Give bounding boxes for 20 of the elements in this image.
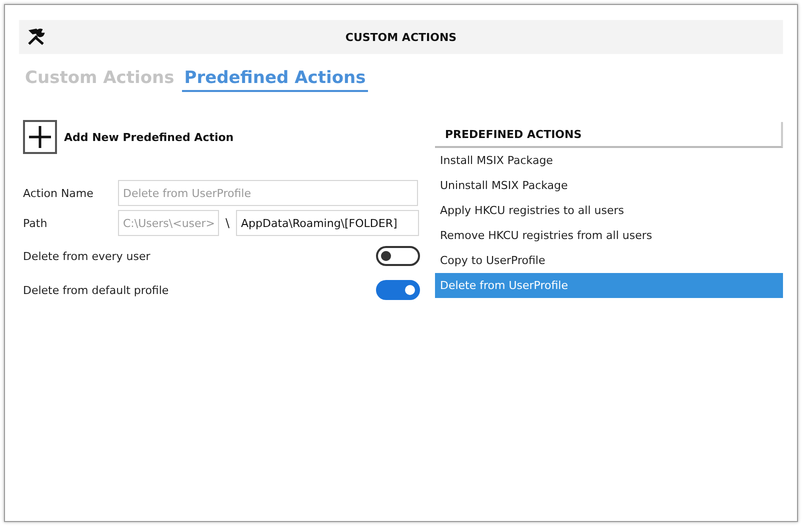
list-item[interactable]: Remove HKCU registries from all users [435,223,783,248]
tools-icon [27,28,45,46]
toggle-switch[interactable] [376,246,420,266]
field-label: Path [23,216,48,230]
header-title: CUSTOM ACTIONS [345,30,457,44]
toggle-label: Delete from default profile [23,284,169,296]
path-separator: \ [224,216,231,230]
action-name-field[interactable]: Delete from UserProfile [118,180,418,206]
add-action-button[interactable]: Add New Predefined Action [23,120,234,154]
path-prefix-field[interactable]: C:\Users\<user> [118,210,219,236]
toggle-switch[interactable] [376,280,420,300]
field-label: Action Name [23,186,94,200]
plus-icon [29,126,51,148]
list-item[interactable]: Copy to UserProfile [435,248,783,273]
list-item[interactable]: Install MSIX Package [435,148,783,173]
list-item[interactable]: Apply HKCU registries to all users [435,198,783,223]
list-item[interactable]: Uninstall MSIX Package [435,173,783,198]
toggle-label: Delete from every user [23,250,150,262]
list-header: PREDEFINED ACTIONS [435,122,783,148]
path-field[interactable]: AppData\Roaming\[FOLDER] [236,210,419,236]
